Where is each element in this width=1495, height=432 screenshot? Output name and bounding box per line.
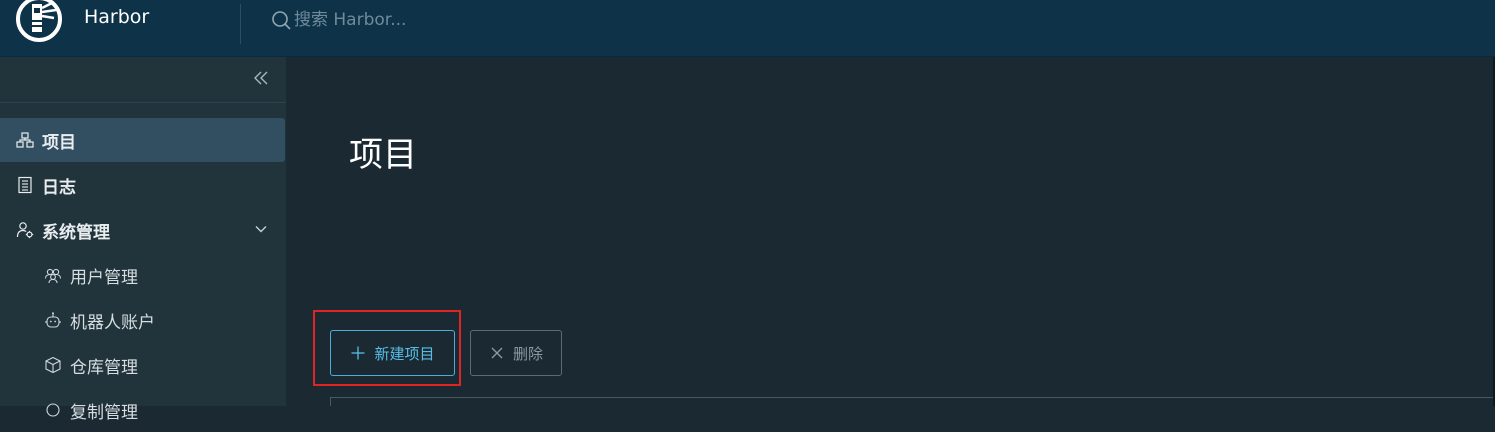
replication-icon <box>44 401 62 419</box>
global-search[interactable] <box>270 6 594 34</box>
double-chevron-left-icon[interactable] <box>250 67 272 89</box>
sidebar: 项目 日志 系统管理 用户管理 机器人账户 仓库管理 复制管理 <box>0 57 286 423</box>
header-divider <box>240 4 241 44</box>
delete-label: 删除 <box>512 344 543 363</box>
sidebar-item-label: 项目 <box>42 132 76 153</box>
page-title: 项目 <box>349 135 417 175</box>
new-project-label: 新建项目 <box>374 344 435 363</box>
sidebar-subitem-label: 复制管理 <box>70 402 138 423</box>
sidebar-collapse-bar <box>0 57 286 103</box>
projects-icon <box>16 131 34 149</box>
sidebar-subitem-robot-accounts[interactable]: 机器人账户 <box>0 298 285 342</box>
sidebar-subitem-label: 用户管理 <box>70 267 138 288</box>
sidebar-subitem-label: 仓库管理 <box>70 357 138 378</box>
sidebar-item-label: 系统管理 <box>42 222 110 243</box>
sidebar-item-logs[interactable]: 日志 <box>0 163 285 207</box>
logs-icon <box>16 176 34 194</box>
sidebar-subitem-users[interactable]: 用户管理 <box>0 253 285 297</box>
new-project-button[interactable]: 新建项目 <box>330 330 455 376</box>
user-settings-icon <box>16 221 34 239</box>
users-icon <box>44 266 62 284</box>
app-name[interactable]: Harbor <box>84 6 149 28</box>
search-icon <box>270 9 292 31</box>
harbor-logo-icon[interactable] <box>14 0 64 44</box>
robot-icon <box>44 311 62 329</box>
projects-table <box>330 397 1495 406</box>
main-content: 项目 新建项目 删除 <box>286 57 1495 406</box>
top-header: Harbor <box>0 0 1495 57</box>
search-input[interactable] <box>294 10 594 30</box>
chevron-down-icon[interactable] <box>253 221 269 237</box>
plus-icon <box>350 345 374 361</box>
sidebar-subitem-replications[interactable]: 复制管理 <box>0 388 285 432</box>
sidebar-subitem-label: 机器人账户 <box>70 312 155 333</box>
sidebar-item-system-admin[interactable]: 系统管理 <box>0 208 285 252</box>
delete-button[interactable]: 删除 <box>470 330 562 376</box>
close-icon <box>489 345 513 361</box>
sidebar-subitem-registries[interactable]: 仓库管理 <box>0 343 285 387</box>
sidebar-item-label: 日志 <box>42 177 76 198</box>
cube-icon <box>44 356 62 374</box>
sidebar-item-projects[interactable]: 项目 <box>0 118 285 162</box>
